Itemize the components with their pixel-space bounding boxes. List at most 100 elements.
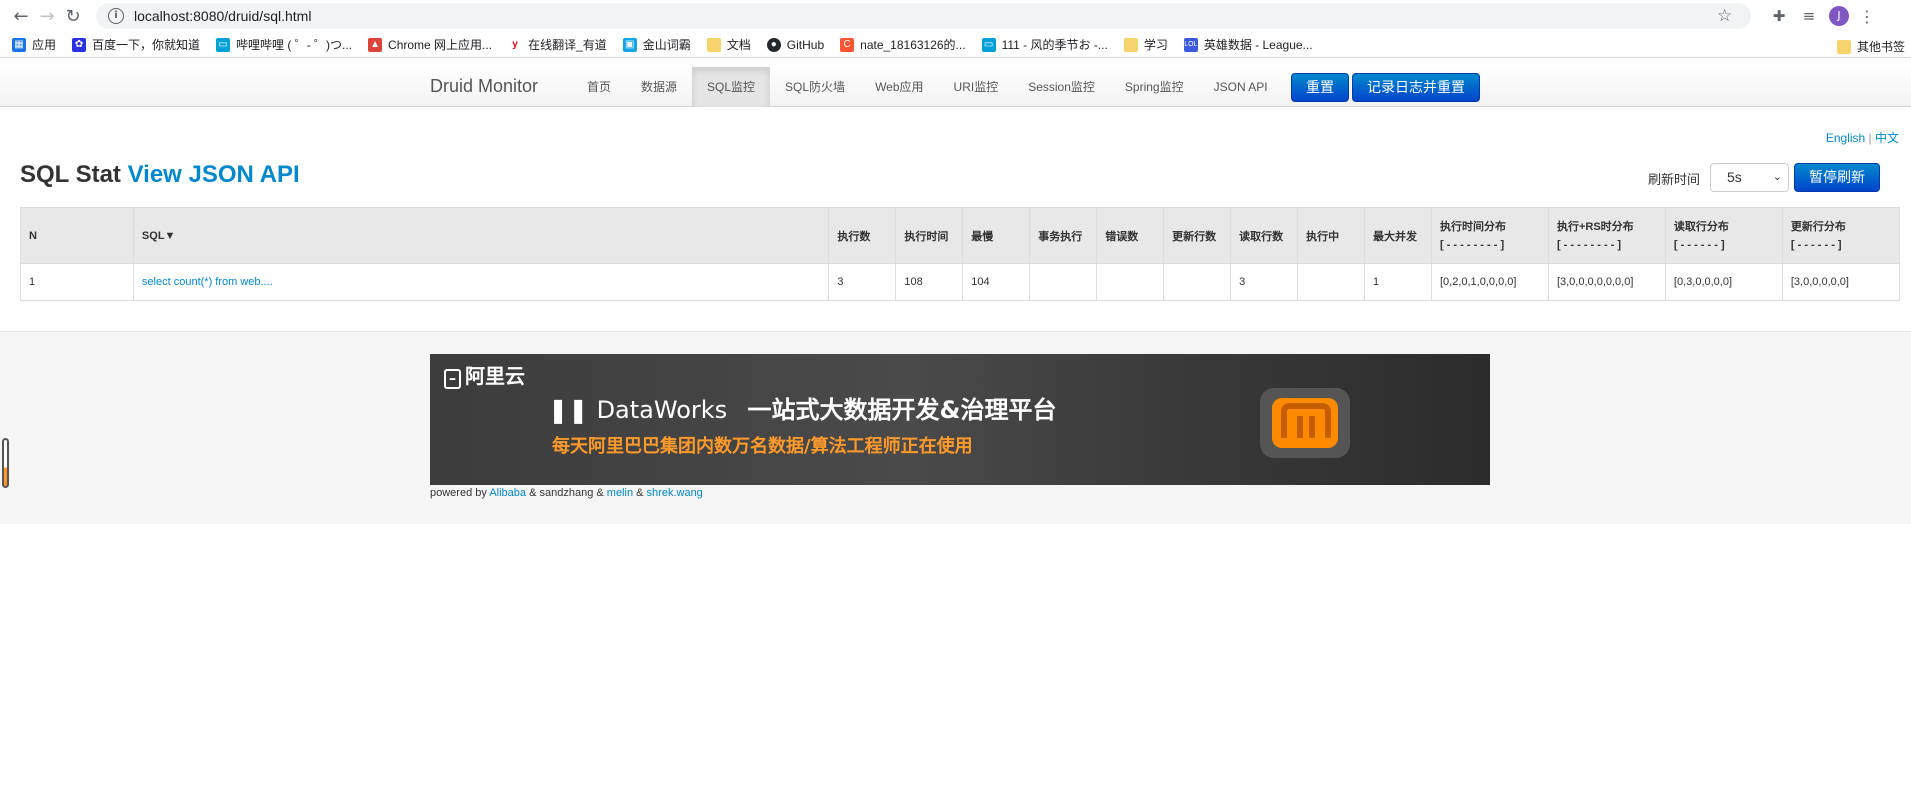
address-bar[interactable]: i localhost:8080/druid/sql.html ☆ bbox=[96, 3, 1751, 29]
bookmark-other[interactable]: 其他书签 bbox=[1836, 38, 1905, 55]
bookmark-label: 文档 bbox=[726, 38, 751, 52]
site-info-icon[interactable]: i bbox=[108, 8, 124, 24]
cell-n: 1 bbox=[20, 263, 134, 301]
col-errors[interactable]: 错误数 bbox=[1096, 207, 1165, 264]
refresh-interval-select[interactable]: 5s ⌄ bbox=[1710, 163, 1789, 192]
lang-separator: | bbox=[1868, 131, 1872, 145]
bookmark-csdn[interactable]: Cnate_18163126的... bbox=[840, 36, 966, 53]
bookmark-docs[interactable]: 文档 bbox=[706, 36, 751, 53]
nav-web-app[interactable]: Web应用 bbox=[860, 67, 938, 107]
bilibili-icon: ▭ bbox=[216, 37, 231, 52]
bookmark-github[interactable]: ● GitHub bbox=[766, 37, 824, 52]
dataworks-ad-banner[interactable]: – 阿里云 ❚❚ DataWorks 一站式大数据开发&治理平台 每天阿里巴巴集团… bbox=[430, 354, 1490, 485]
cell-read-rows: 3 bbox=[1230, 263, 1299, 301]
bookmark-study[interactable]: 学习 bbox=[1123, 36, 1168, 53]
url-text[interactable]: localhost:8080/druid/sql.html bbox=[134, 8, 1717, 24]
col-exec-time[interactable]: 执行时间 bbox=[895, 207, 964, 264]
view-json-api-link[interactable]: View JSON API bbox=[128, 161, 300, 188]
nav-sql-monitor[interactable]: SQL监控 bbox=[692, 67, 771, 107]
bookmark-apps[interactable]: ▦ 应用 bbox=[12, 36, 56, 53]
folder-icon bbox=[1836, 39, 1851, 54]
league-icon: LOL bbox=[1183, 37, 1198, 52]
baidu-icon: ✿ bbox=[72, 37, 87, 52]
bookmark-league[interactable]: LOL 英雄数据 - League... bbox=[1183, 36, 1313, 53]
cell-errors bbox=[1096, 263, 1165, 301]
nav-home[interactable]: 首页 bbox=[572, 67, 626, 107]
banner-subtitle: 每天阿里巴巴集团内数万名数据/算法工程师正在使用 bbox=[552, 436, 973, 457]
col-slowest[interactable]: 最慢 bbox=[962, 207, 1031, 264]
bookmark-label: 应用 bbox=[32, 38, 57, 52]
col-sql[interactable]: SQL▼ bbox=[132, 207, 830, 264]
forward-icon[interactable]: → bbox=[34, 3, 60, 29]
footer: – 阿里云 ❚❚ DataWorks 一站式大数据开发&治理平台 每天阿里巴巴集团… bbox=[0, 331, 1911, 524]
bookmark-bilibili-2[interactable]: ▭ 111 - 风的季节お -... bbox=[981, 36, 1108, 53]
cell-tx-exec bbox=[1029, 263, 1098, 301]
cell-running bbox=[1297, 263, 1366, 301]
chevron-down-icon: ⌄ bbox=[1772, 171, 1782, 183]
browser-menu-icon[interactable]: ⋮ bbox=[1859, 7, 1875, 26]
bookmark-star-icon[interactable]: ☆ bbox=[1717, 6, 1741, 26]
youdao-icon: y bbox=[508, 37, 523, 52]
col-read-rows[interactable]: 读取行数 bbox=[1230, 207, 1299, 264]
cell-sql: select count(*) from web.... bbox=[132, 263, 830, 301]
alibaba-link[interactable]: Alibaba bbox=[489, 487, 526, 499]
dist-title: 更新行分布 bbox=[1790, 220, 1846, 233]
col-exec-rs-dist[interactable]: 执行+RS时分布 [ - - - - - - - - ] bbox=[1547, 207, 1666, 264]
nav-sql-firewall[interactable]: SQL防火墙 bbox=[770, 67, 860, 107]
bilibili-icon: ▭ bbox=[981, 37, 996, 52]
shrek-wang-link[interactable]: shrek.wang bbox=[647, 487, 703, 499]
bookmark-chrome-store[interactable]: ▲ Chrome 网上应用... bbox=[368, 36, 492, 53]
lang-chinese-link[interactable]: 中文 bbox=[1875, 131, 1899, 145]
cell-update-dist: [3,0,0,0,0,0] bbox=[1781, 263, 1901, 301]
nav-session-monitor[interactable]: Session监控 bbox=[1013, 67, 1110, 107]
cell-exec-rs-dist: [3,0,0,0,0,0,0,0] bbox=[1547, 263, 1666, 301]
bookmark-youdao[interactable]: y 在线翻译_有道 bbox=[508, 36, 607, 53]
nav-datasource[interactable]: 数据源 bbox=[626, 67, 692, 107]
bookmark-label: 学习 bbox=[1143, 38, 1168, 52]
bookmark-label: 百度一下，你就知道 bbox=[92, 38, 201, 52]
back-icon[interactable]: ← bbox=[8, 3, 34, 29]
col-running[interactable]: 执行中 bbox=[1297, 207, 1366, 264]
banner-chip-illustration bbox=[1260, 388, 1350, 458]
powered-by-line: powered by Alibaba & sandzhang & melin &… bbox=[430, 487, 703, 499]
log-and-reset-button[interactable]: 记录日志并重置 bbox=[1352, 73, 1480, 102]
col-max-concurrent[interactable]: 最大并发 bbox=[1364, 207, 1432, 264]
side-scroll-handle[interactable] bbox=[2, 438, 9, 488]
nav-json-api[interactable]: JSON API bbox=[1199, 67, 1283, 107]
bookmark-label: 111 - 风的季节お -... bbox=[1001, 38, 1108, 52]
pause-refresh-button[interactable]: 暂停刷新 bbox=[1794, 163, 1880, 192]
bookmark-label: 英雄数据 - League... bbox=[1203, 38, 1313, 52]
nav-spring-monitor[interactable]: Spring监控 bbox=[1110, 67, 1199, 107]
profile-avatar[interactable]: J bbox=[1829, 6, 1849, 26]
col-update-rows[interactable]: 更新行数 bbox=[1163, 207, 1232, 264]
melin-link[interactable]: melin bbox=[607, 487, 633, 499]
col-n[interactable]: N bbox=[20, 207, 134, 264]
brand-title[interactable]: Druid Monitor bbox=[430, 76, 538, 97]
bookmark-iciba[interactable]: ▣ 金山词霸 bbox=[622, 36, 691, 53]
reload-icon[interactable]: ↻ bbox=[60, 3, 86, 29]
bookmark-label: nate_18163126的... bbox=[860, 38, 966, 52]
dist-title: 读取行分布 bbox=[1673, 220, 1729, 233]
nav-uri-monitor[interactable]: URI监控 bbox=[939, 67, 1014, 107]
extensions-icon[interactable]: ✚ bbox=[1769, 7, 1789, 25]
reset-button[interactable]: 重置 bbox=[1291, 73, 1349, 102]
bookmark-label: 其他书签 bbox=[1856, 40, 1905, 54]
browser-toolbar: ← → ↻ i localhost:8080/druid/sql.html ☆ … bbox=[0, 0, 1911, 32]
lang-english-link[interactable]: English bbox=[1826, 131, 1865, 145]
bookmark-bilibili[interactable]: ▭ 哔哩哔哩 ( ゜- ゜)つ... bbox=[216, 36, 352, 53]
table-header-row: N SQL▼ 执行数 执行时间 最慢 事务执行 错误数 更新行数 读取行数 执行… bbox=[20, 207, 1901, 264]
bookmark-baidu[interactable]: ✿ 百度一下，你就知道 bbox=[72, 36, 200, 53]
banner-tagline: 一站式大数据开发&治理平台 bbox=[747, 396, 1057, 424]
col-read-dist[interactable]: 读取行分布 [ - - - - - - ] bbox=[1664, 207, 1783, 264]
aliyun-logo: – 阿里云 bbox=[444, 360, 525, 389]
col-exec-count[interactable]: 执行数 bbox=[828, 207, 897, 264]
dist-sub: [ - - - - - - - - ] bbox=[1556, 238, 1622, 251]
col-update-dist[interactable]: 更新行分布 [ - - - - - - ] bbox=[1781, 207, 1901, 264]
dataworks-logo-icon: ❚❚ bbox=[548, 396, 589, 424]
folder-icon bbox=[1123, 37, 1138, 52]
col-tx-exec[interactable]: 事务执行 bbox=[1029, 207, 1098, 264]
sql-link[interactable]: select count(*) from web.... bbox=[142, 276, 273, 288]
col-exec-time-dist[interactable]: 执行时间分布 [ - - - - - - - - ] bbox=[1430, 207, 1549, 264]
druid-navbar: Druid Monitor 首页 数据源 SQL监控 SQL防火墙 Web应用 … bbox=[0, 67, 1911, 107]
reading-list-icon[interactable]: ≡ bbox=[1799, 7, 1819, 25]
